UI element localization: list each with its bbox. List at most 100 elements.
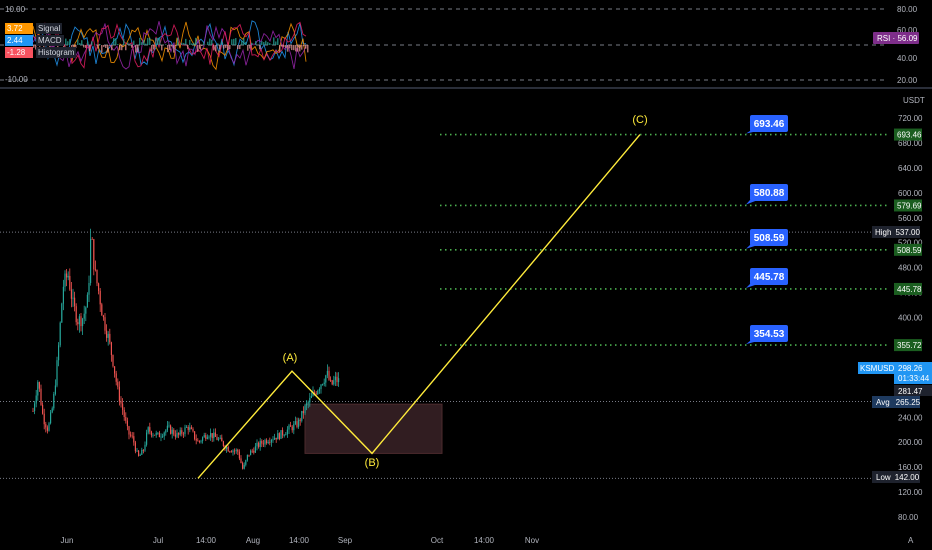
candle-body <box>334 376 336 381</box>
candle-body <box>37 382 39 396</box>
price-badge-countdown: 01:33:44 <box>898 374 930 383</box>
histogram-bar <box>217 43 219 45</box>
histogram-bar <box>245 41 247 45</box>
candle-body <box>107 333 109 338</box>
histogram-bar <box>111 45 113 51</box>
histogram-bar <box>103 45 105 47</box>
legend-signal[interactable]: 3.72 Signal <box>5 23 76 34</box>
candle-body <box>110 342 112 355</box>
candle-body <box>166 425 168 431</box>
legend-macd[interactable]: 2.44 MACD <box>5 35 76 46</box>
candle-body <box>206 437 208 439</box>
histogram-bar <box>197 45 199 52</box>
histogram-bar <box>107 45 109 53</box>
histogram-bar <box>195 37 197 45</box>
histogram-bar <box>199 45 201 49</box>
histogram-bar <box>215 45 217 52</box>
target-callout-label: 354.53 <box>754 329 785 340</box>
candle-body <box>323 382 325 385</box>
candle-body <box>181 430 183 434</box>
candle-body <box>330 379 332 381</box>
price-badge-price: 298.26 <box>898 364 923 373</box>
x-tick-label: Nov <box>525 536 539 545</box>
candle-body <box>302 410 304 414</box>
candle-body <box>240 458 242 464</box>
candle-body <box>307 402 309 404</box>
candle-body <box>304 405 306 414</box>
histogram-bar <box>171 45 173 47</box>
candle-body <box>229 451 231 453</box>
candle-body <box>67 275 69 278</box>
histogram-bar <box>281 45 283 47</box>
candle-body <box>232 450 234 453</box>
candle-body <box>272 439 274 441</box>
histogram-bar <box>239 45 241 50</box>
wave-label: (B) <box>365 457 380 469</box>
histogram-bar <box>223 45 225 49</box>
histogram-bar <box>185 38 187 45</box>
candle-body <box>150 431 152 436</box>
candle-body <box>258 442 260 447</box>
target-axis-label: 355.72 <box>897 341 922 350</box>
retracement-zone-box[interactable] <box>304 403 443 454</box>
x-tick-label: Jul <box>153 536 163 545</box>
y-tick-label: 400.00 <box>898 314 923 323</box>
candle-body <box>262 443 264 445</box>
low-badge: Low 142.00 <box>876 473 920 482</box>
histogram-bar <box>233 38 235 45</box>
candle-body <box>141 449 143 455</box>
candle-body <box>218 438 220 440</box>
candle-body <box>210 433 212 437</box>
candle-body <box>91 238 93 240</box>
histogram-bar <box>283 45 285 48</box>
candle-body <box>274 437 276 440</box>
histogram-bar <box>303 45 305 47</box>
candle-body <box>85 307 87 314</box>
histogram-bar <box>165 44 167 45</box>
candle-body <box>216 436 218 440</box>
candle-body <box>286 429 288 435</box>
chart-background <box>0 0 932 550</box>
candle-body <box>205 435 207 439</box>
time-axis-corner-label[interactable]: A <box>908 536 914 545</box>
candle-body <box>99 290 101 305</box>
candle-body <box>80 316 82 327</box>
candle-body <box>88 282 90 295</box>
candle-body <box>34 403 36 412</box>
candle-body <box>139 454 141 456</box>
candle-body <box>186 426 188 428</box>
histogram-bar <box>285 45 287 49</box>
histogram-bar <box>235 38 237 45</box>
candle-body <box>254 446 256 453</box>
histogram-bar <box>127 42 129 45</box>
candle-body <box>118 386 120 402</box>
histogram-bar <box>193 42 195 45</box>
histogram-bar <box>135 45 137 53</box>
candle-body <box>104 317 106 331</box>
histogram-bar <box>85 45 87 48</box>
candle-body <box>50 412 52 424</box>
candle-body <box>266 440 268 444</box>
indicator-tick: 20.00 <box>897 76 918 85</box>
candle-body <box>328 370 330 380</box>
target-axis-label: 579.69 <box>897 201 922 210</box>
legend-histogram[interactable]: -1.28 Histogram <box>5 47 77 58</box>
price-chart[interactable]: 80.00 60.00 40.00 20.00 10.00 -10.00 RSI… <box>0 0 932 550</box>
histogram-bar <box>105 45 107 48</box>
y-tick-label: 640.00 <box>898 164 923 173</box>
candle-body <box>77 322 79 325</box>
candle-body <box>336 376 338 383</box>
x-tick-label: Aug <box>246 536 260 545</box>
candle-body <box>128 426 130 435</box>
candle-body <box>213 432 215 439</box>
candle-body <box>192 428 194 432</box>
candle-body <box>125 417 127 421</box>
candle-body <box>58 345 60 361</box>
histogram-bar <box>247 45 249 51</box>
candle-body <box>136 450 138 452</box>
histogram-bar <box>119 45 121 51</box>
histogram-bar <box>263 42 265 45</box>
candle-body <box>144 444 146 451</box>
candle-body <box>235 449 237 451</box>
y-tick-label: 120.00 <box>898 488 923 497</box>
